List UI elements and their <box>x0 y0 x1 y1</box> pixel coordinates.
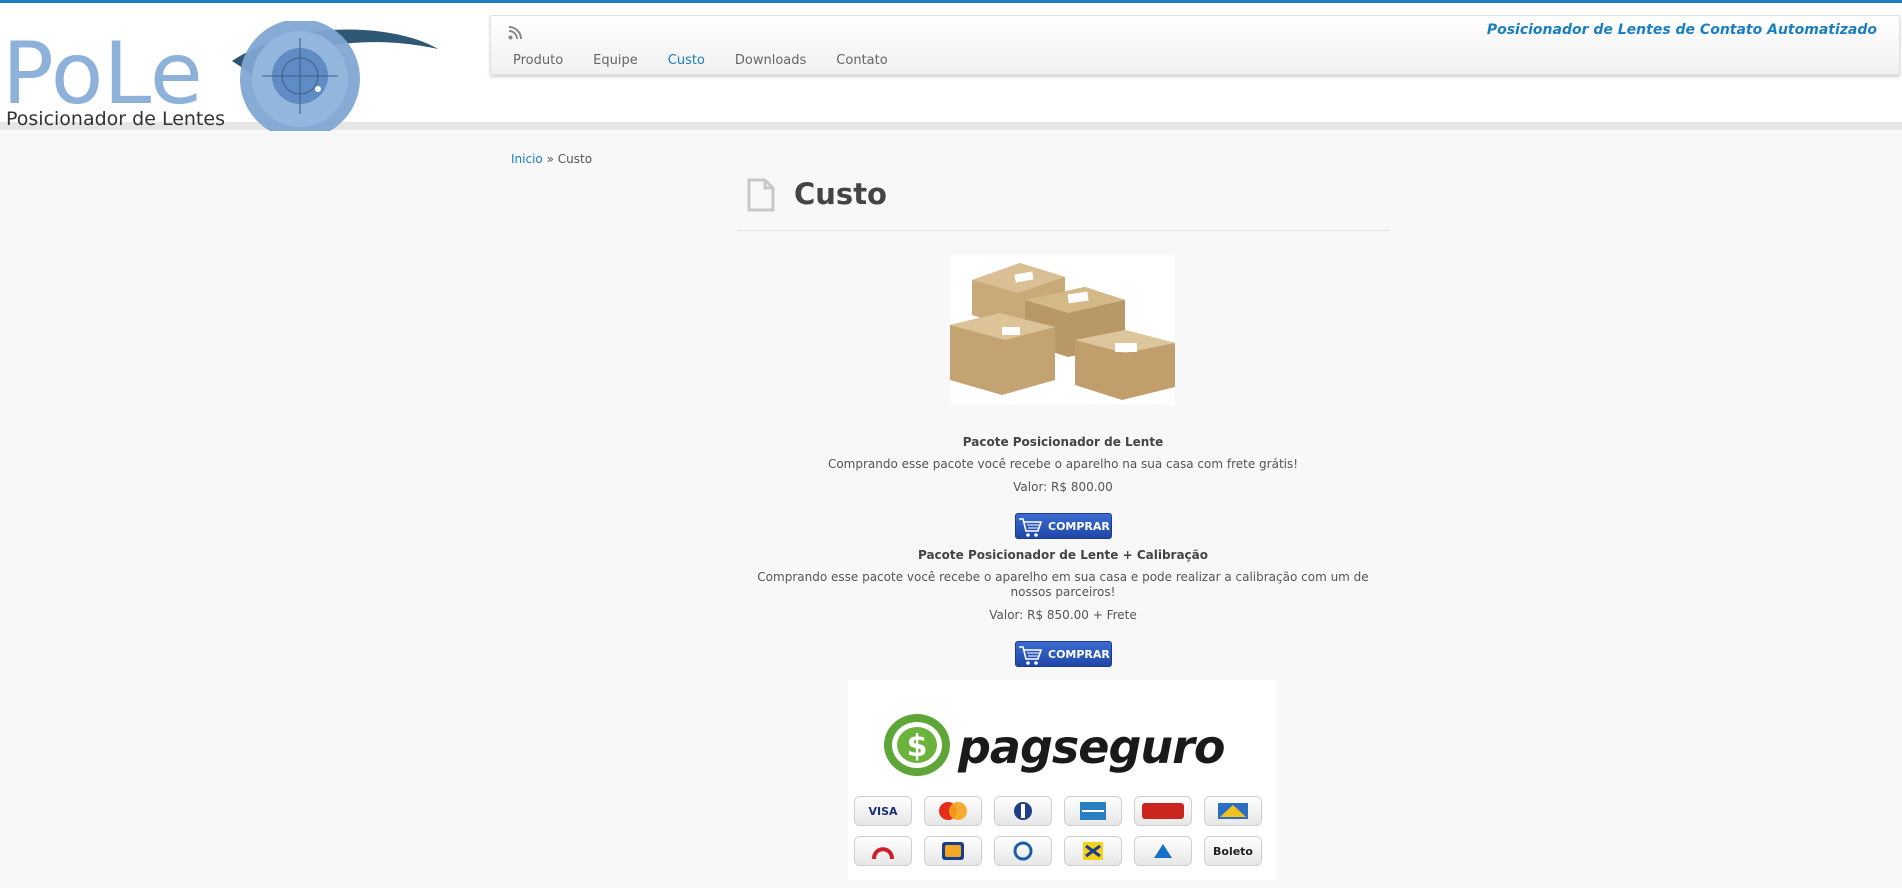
banrisul-icon <box>994 836 1052 866</box>
hipercard-icon <box>1134 796 1192 826</box>
nav-item-equipe[interactable]: Equipe <box>593 53 638 68</box>
main-content: Custo Pacote Posicionador de Lente Compr… <box>737 175 1389 880</box>
banco-do-brasil-icon <box>1064 836 1122 866</box>
package-calibration-description: Comprando esse pacote você recebe o apar… <box>757 570 1369 599</box>
boleto-icon: Boleto <box>1204 836 1262 866</box>
package-calibration: Pacote Posicionador de Lente + Calibraçã… <box>737 548 1389 623</box>
package-calibration-price: Valor: R$ 850.00 + Frete <box>989 608 1137 622</box>
mastercard-icon <box>924 796 982 826</box>
cart-icon <box>1019 646 1043 665</box>
page-title-row: Custo <box>737 175 1389 231</box>
pagseguro-logo-text: pagseguro <box>958 720 1225 774</box>
package-calibration-name: Pacote Posicionador de Lente + Calibraçã… <box>917 548 1209 562</box>
logo-subtitle: Posicionador de Lentes <box>6 108 225 130</box>
rss-icon[interactable] <box>508 26 522 40</box>
package-basic-name: Pacote Posicionador de Lente <box>962 435 1164 449</box>
buy-basic-button[interactable]: COMPRAR <box>1015 513 1112 539</box>
packages-image <box>950 255 1175 405</box>
site-tagline: Posicionador de Lentes de Contato Automa… <box>1486 22 1877 38</box>
nav-bar: Posicionador de Lentes de Contato Automa… <box>490 15 1900 75</box>
amex-icon <box>1064 796 1122 826</box>
buy-calibration-button[interactable]: COMPRAR <box>1015 641 1112 667</box>
visa-icon: VISA <box>854 796 912 826</box>
bradesco-icon <box>854 836 912 866</box>
aura-icon <box>1204 796 1262 826</box>
document-icon <box>747 178 775 212</box>
page-title: Custo <box>794 177 887 211</box>
pagseguro-logo-icon: $ <box>884 714 950 776</box>
diners-icon <box>994 796 1052 826</box>
breadcrumb-current: Custo <box>557 152 593 166</box>
pagseguro-banner: $ pagseguro VISA Boleto <box>848 680 1276 880</box>
breadcrumb-separator: » <box>546 152 554 166</box>
nav-item-custo[interactable]: Custo <box>668 53 705 68</box>
svg-text:$: $ <box>907 729 928 764</box>
itau-icon <box>924 836 982 866</box>
site-header: PoLe Posicionador de Lentes Posicionador… <box>0 3 1902 131</box>
main-menu: Produto Equipe Custo Downloads Contato <box>513 53 918 68</box>
package-basic-price: Valor: R$ 800.00 <box>1013 480 1113 494</box>
caixa-icon <box>1134 836 1192 866</box>
nav-item-downloads[interactable]: Downloads <box>735 53 806 68</box>
buy-basic-label: COMPRAR <box>1048 520 1110 533</box>
package-basic-description: Comprando esse pacote você recebe o apar… <box>827 457 1299 471</box>
nav-item-contato[interactable]: Contato <box>836 53 887 68</box>
site-logo[interactable]: PoLe Posicionador de Lentes <box>0 21 440 131</box>
package-basic: Pacote Posicionador de Lente Comprando e… <box>737 435 1389 495</box>
buy-calibration-label: COMPRAR <box>1048 648 1110 661</box>
nav-item-produto[interactable]: Produto <box>513 53 563 68</box>
cart-icon <box>1019 518 1043 537</box>
breadcrumb-home-link[interactable]: Inicio <box>511 152 543 166</box>
breadcrumb: Inicio » Custo <box>511 152 592 166</box>
